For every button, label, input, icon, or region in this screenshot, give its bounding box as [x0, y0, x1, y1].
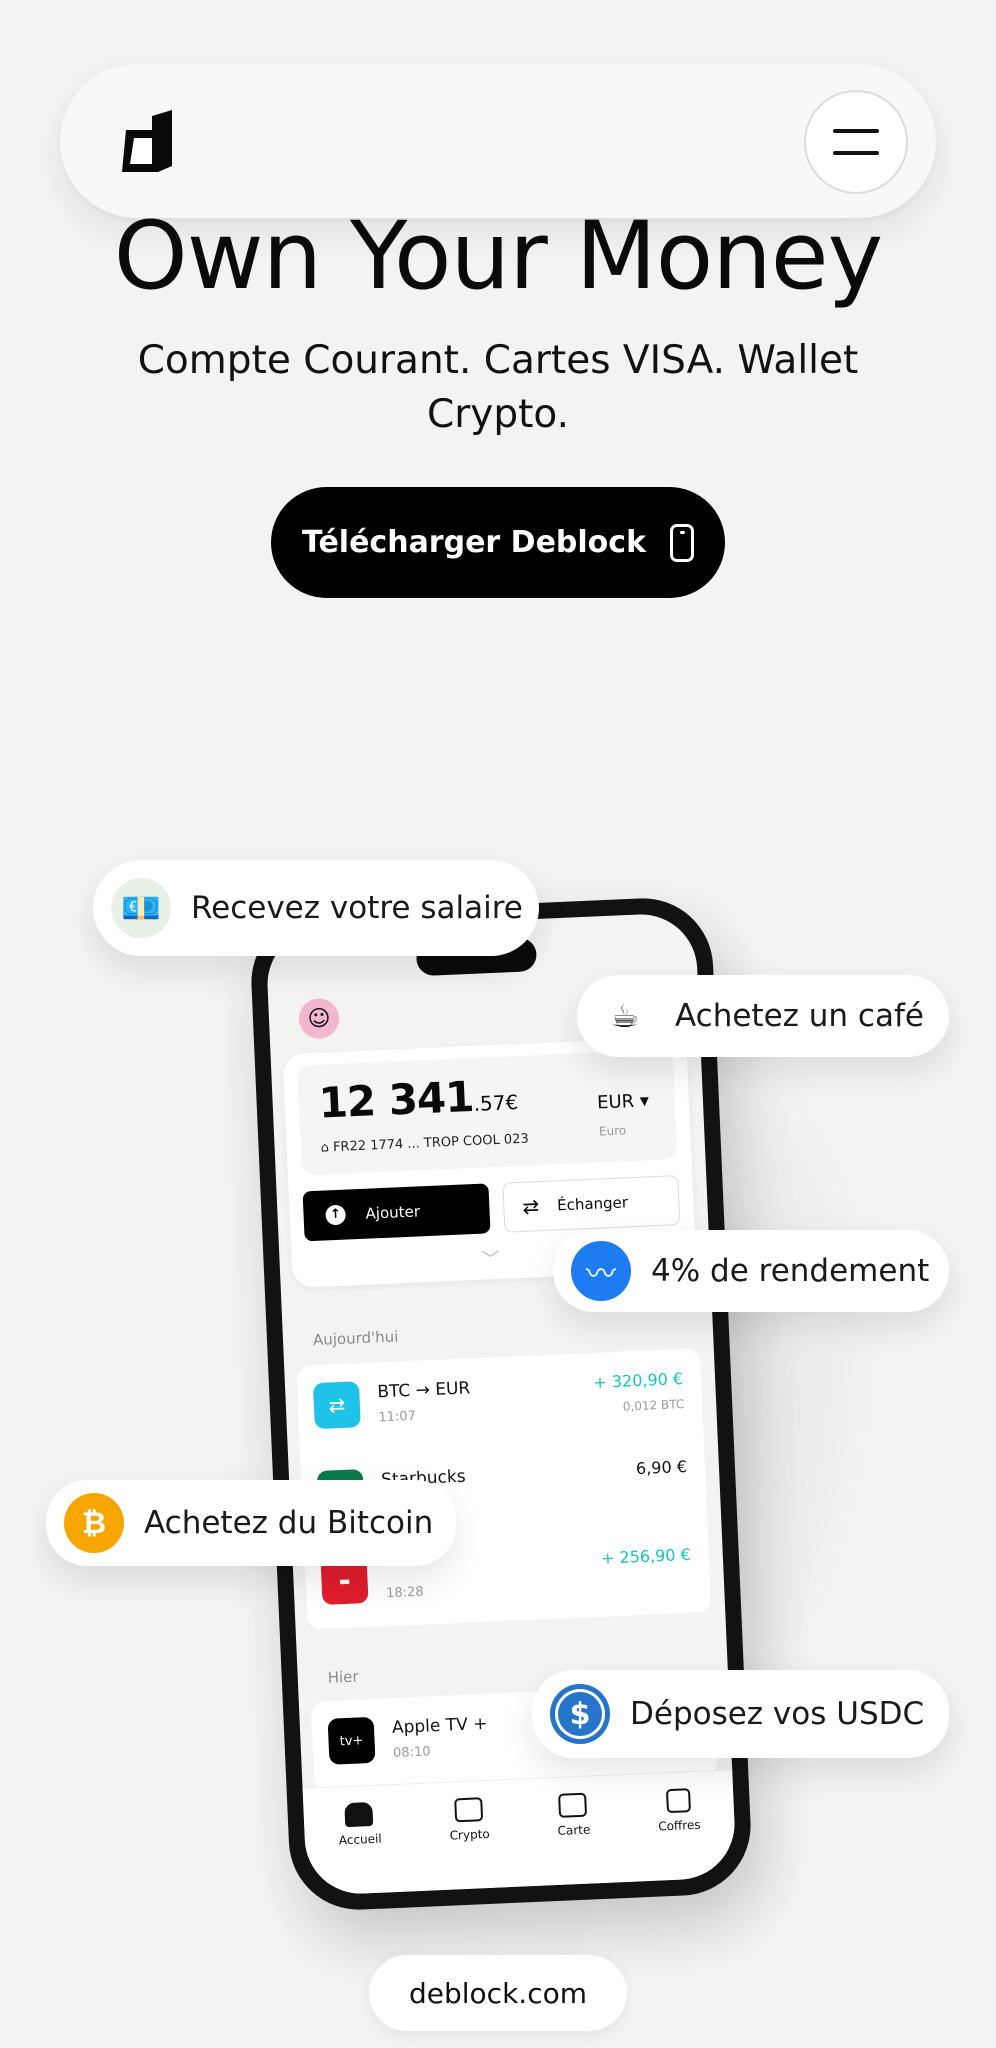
balance-panel: 12 341.57€ ⌂ FR22 1774 ... TROP COOL 023…	[297, 1049, 678, 1176]
tx-name: Apple TV +	[391, 1713, 488, 1739]
yesterday-label: Hier	[327, 1667, 359, 1687]
pill-label: Achetez du Bitcoin	[144, 1505, 434, 1541]
pill-label: Recevez votre salaire	[191, 890, 523, 926]
caret-down-icon: ▾	[639, 1090, 650, 1112]
smartphone-icon	[670, 523, 695, 562]
app-bottom-nav: Accueil Crypto Carte Coffres	[302, 1769, 737, 1896]
tx-time: 08:10	[392, 1744, 431, 1762]
pill-label: Achetez un café	[675, 998, 924, 1034]
tx-name: BTC → EUR	[376, 1378, 471, 1403]
nav-carte: Carte	[556, 1792, 593, 1885]
currency-name: Euro	[598, 1123, 627, 1139]
nav-coffres: Coffres	[657, 1788, 703, 1881]
card-icon	[558, 1792, 588, 1818]
exchange-icon: ⇄	[312, 1381, 361, 1430]
chevron-down-icon: ﹀	[481, 1248, 501, 1271]
hero-subtitle: Compte Courant. Cartes VISA. Wallet Cryp…	[137, 338, 859, 437]
usdc-icon: $	[550, 1684, 610, 1744]
tx-amount: + 256,90 €	[600, 1544, 692, 1568]
hamburger-menu-button[interactable]	[804, 90, 908, 194]
download-button[interactable]: Télécharger Deblock	[271, 487, 725, 598]
tx-time: 18:28	[385, 1584, 424, 1602]
pill-label: Déposez vos USDC	[630, 1696, 925, 1732]
pill-label: 4% de rendement	[651, 1253, 930, 1289]
feature-pill-usdc: $ Déposez vos USDC	[532, 1670, 949, 1758]
exchange-label: Échanger	[556, 1193, 629, 1215]
menu-line-icon	[833, 129, 879, 133]
balance-amount: 12 341.57€	[318, 1070, 519, 1128]
site-url-badge[interactable]: deblock.com	[369, 1955, 627, 2031]
nav-label: Carte	[557, 1822, 591, 1838]
coffee-icon: ☕	[610, 997, 640, 1035]
iban: ⌂ FR22 1774 ... TROP COOL 023	[320, 1132, 529, 1156]
nav-crypto: Crypto	[448, 1797, 492, 1890]
add-label: Ajouter	[365, 1202, 421, 1223]
nav-label: Accueil	[338, 1831, 383, 1848]
apple-tv-icon: tv+	[327, 1716, 376, 1765]
safe-icon	[665, 1788, 691, 1814]
feature-pill-bitcoin: ₿ Achetez du Bitcoin	[46, 1480, 456, 1566]
home-icon	[344, 1801, 374, 1828]
nav-label: Coffres	[657, 1817, 701, 1834]
hero-title: Own Your Money	[113, 202, 884, 311]
bank-icon: ⌂	[320, 1140, 334, 1156]
deblock-logo[interactable]	[118, 108, 178, 174]
wallet-icon	[454, 1797, 484, 1823]
bitcoin-icon: ₿	[64, 1493, 124, 1553]
arrow-up-icon: ↑	[325, 1204, 347, 1226]
menu-line-icon	[833, 151, 879, 155]
avatar: ☺	[298, 997, 340, 1040]
iban-text: FR22 1774 ... TROP COOL 023	[332, 1131, 530, 1156]
balance-cents: .57€	[473, 1089, 519, 1116]
nav-label: Crypto	[449, 1826, 490, 1843]
feature-pill-salary: 💶 Recevez votre salaire	[93, 860, 539, 956]
swap-icon: ⇄	[521, 1194, 540, 1219]
banknote-icon: 💶	[111, 878, 171, 938]
transaction-row: ⇄ BTC → EUR 11:07 + 320,90 € 0,012 BTC	[296, 1348, 703, 1452]
tx-amount: 6,90 €	[635, 1456, 688, 1479]
balance-main: 12 341	[317, 1071, 475, 1128]
today-label: Aujourd'hui	[312, 1327, 399, 1350]
currency-select: EUR ▾	[597, 1090, 650, 1113]
feature-pill-coffee: ☕ Achetez un café	[577, 975, 949, 1057]
exchange-button: ⇄ Échanger	[502, 1175, 681, 1233]
currency-code: EUR	[596, 1090, 635, 1114]
add-money-button: ↑ Ajouter	[302, 1183, 491, 1242]
feature-pill-yield: 〰 4% de rendement	[553, 1230, 949, 1312]
tx-amount: + 320,90 €	[592, 1369, 684, 1392]
top-nav	[60, 64, 936, 218]
nav-accueil: Accueil	[337, 1801, 384, 1895]
download-button-label: Télécharger Deblock	[301, 525, 647, 560]
tx-time: 11:07	[378, 1408, 417, 1426]
tx-sub-amount: 0,012 BTC	[622, 1397, 685, 1414]
trend-up-icon: 〰	[571, 1241, 631, 1301]
